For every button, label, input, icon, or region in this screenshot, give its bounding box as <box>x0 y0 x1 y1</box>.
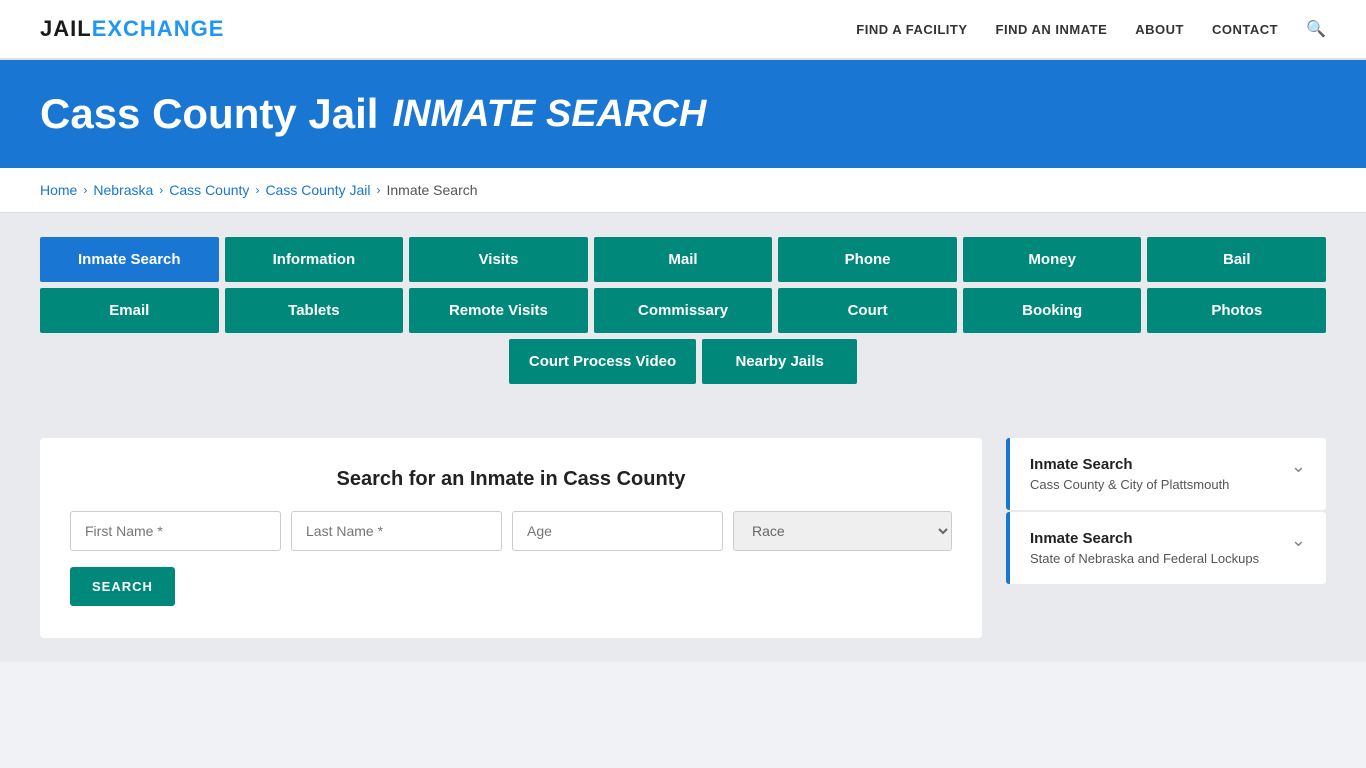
race-select[interactable]: Race White Black Hispanic Asian Other <box>733 511 952 551</box>
lower-section: Search for an Inmate in Cass County Race… <box>0 414 1366 662</box>
nav-contact[interactable]: CONTACT <box>1212 22 1278 37</box>
search-icon[interactable]: 🔍 <box>1306 19 1326 39</box>
sidebar-card-cass-title: Inmate Search <box>1030 456 1281 473</box>
tab-court[interactable]: Court <box>778 288 957 333</box>
search-form-card: Search for an Inmate in Cass County Race… <box>40 438 982 638</box>
tab-nearby-jails[interactable]: Nearby Jails <box>702 339 857 384</box>
sidebar-card-nebraska-subtitle: State of Nebraska and Federal Lockups <box>1030 551 1281 566</box>
sidebar-card-cass[interactable]: Inmate Search Cass County & City of Plat… <box>1006 438 1326 510</box>
tab-visits[interactable]: Visits <box>409 237 588 282</box>
breadcrumb: Home › Nebraska › Cass County › Cass Cou… <box>40 182 1326 198</box>
breadcrumb-sep-3: › <box>255 183 259 197</box>
tab-phone[interactable]: Phone <box>778 237 957 282</box>
page-heading: Cass County Jail INMATE SEARCH <box>40 90 1326 138</box>
logo[interactable]: JAILEXCHANGE <box>40 16 224 42</box>
hero-title-bold: Cass County Jail <box>40 90 378 138</box>
hero-banner: Cass County Jail INMATE SEARCH <box>0 60 1366 168</box>
tab-court-process-video[interactable]: Court Process Video <box>509 339 696 384</box>
tab-information[interactable]: Information <box>225 237 404 282</box>
sidebar-card-cass-subtitle: Cass County & City of Plattsmouth <box>1030 477 1281 492</box>
tab-money[interactable]: Money <box>963 237 1142 282</box>
tab-inmate-search[interactable]: Inmate Search <box>40 237 219 282</box>
sidebar: Inmate Search Cass County & City of Plat… <box>1006 438 1326 638</box>
chevron-down-icon-2: ⌄ <box>1291 530 1306 551</box>
sidebar-card-nebraska-content: Inmate Search State of Nebraska and Fede… <box>1030 530 1281 566</box>
search-form-title: Search for an Inmate in Cass County <box>70 468 952 491</box>
tab-commissary[interactable]: Commissary <box>594 288 773 333</box>
search-fields: Race White Black Hispanic Asian Other <box>70 511 952 551</box>
tabs-section: Inmate Search Information Visits Mail Ph… <box>0 213 1366 414</box>
breadcrumb-sep-2: › <box>159 183 163 197</box>
breadcrumb-bar: Home › Nebraska › Cass County › Cass Cou… <box>0 168 1366 213</box>
tabs-row-1: Inmate Search Information Visits Mail Ph… <box>40 237 1326 282</box>
nav-about[interactable]: ABOUT <box>1135 22 1184 37</box>
breadcrumb-current: Inmate Search <box>386 182 477 198</box>
chevron-down-icon-1: ⌄ <box>1291 456 1306 477</box>
tab-mail[interactable]: Mail <box>594 237 773 282</box>
breadcrumb-home[interactable]: Home <box>40 182 77 198</box>
breadcrumb-nebraska[interactable]: Nebraska <box>93 182 153 198</box>
sidebar-card-cass-content: Inmate Search Cass County & City of Plat… <box>1030 456 1281 492</box>
tabs-row-2: Email Tablets Remote Visits Commissary C… <box>40 288 1326 333</box>
last-name-input[interactable] <box>291 511 502 551</box>
sidebar-card-nebraska[interactable]: Inmate Search State of Nebraska and Fede… <box>1006 512 1326 584</box>
breadcrumb-sep-4: › <box>376 183 380 197</box>
tab-photos[interactable]: Photos <box>1147 288 1326 333</box>
logo-exchange: EXCHANGE <box>92 16 225 41</box>
age-input[interactable] <box>512 511 723 551</box>
breadcrumb-sep-1: › <box>83 183 87 197</box>
hero-title-italic: INMATE SEARCH <box>392 93 706 136</box>
breadcrumb-cass-county[interactable]: Cass County <box>169 182 249 198</box>
nav-find-facility[interactable]: FIND A FACILITY <box>856 22 967 37</box>
breadcrumb-jail[interactable]: Cass County Jail <box>265 182 370 198</box>
nav: FIND A FACILITY FIND AN INMATE ABOUT CON… <box>856 19 1326 39</box>
tab-tablets[interactable]: Tablets <box>225 288 404 333</box>
first-name-input[interactable] <box>70 511 281 551</box>
tab-booking[interactable]: Booking <box>963 288 1142 333</box>
header: JAILEXCHANGE FIND A FACILITY FIND AN INM… <box>0 0 1366 60</box>
tab-email[interactable]: Email <box>40 288 219 333</box>
nav-find-inmate[interactable]: FIND AN INMATE <box>996 22 1108 37</box>
tab-bail[interactable]: Bail <box>1147 237 1326 282</box>
tab-remote-visits[interactable]: Remote Visits <box>409 288 588 333</box>
search-button[interactable]: SEARCH <box>70 567 175 606</box>
tabs-row-3: Court Process Video Nearby Jails <box>40 339 1326 384</box>
logo-jail: JAIL <box>40 16 92 41</box>
sidebar-card-nebraska-title: Inmate Search <box>1030 530 1281 547</box>
